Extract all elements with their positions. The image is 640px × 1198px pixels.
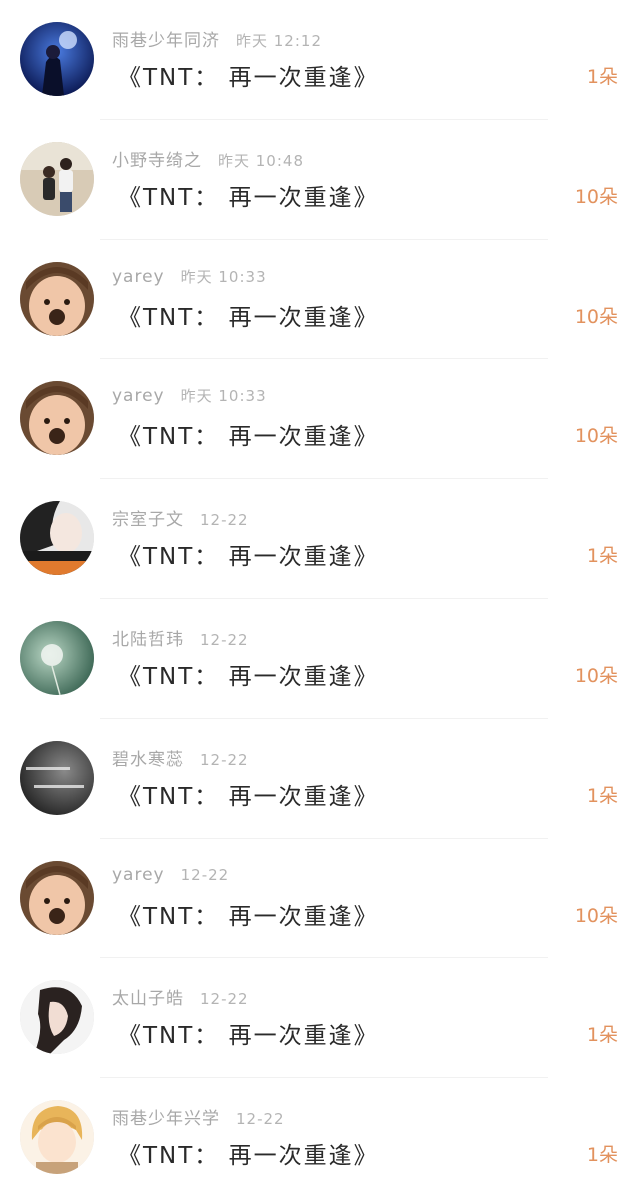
- user-avatar[interactable]: [20, 980, 94, 1055]
- avatar-dandelion-icon: [20, 621, 94, 695]
- flower-count: 1朵: [586, 1024, 618, 1047]
- user-avatar[interactable]: [20, 501, 94, 576]
- gift-list: 雨巷少年同济 昨天 12:12 《TNT： 再一次重逢》 1朵 小野寺绮之 昨天 1…: [0, 0, 640, 1198]
- user-avatar[interactable]: [20, 1100, 94, 1175]
- sender-name[interactable]: 碧水寒蕊: [112, 750, 184, 770]
- gift-time: 12-22: [200, 750, 249, 769]
- gift-row[interactable]: 太山子皓 12-22 《TNT： 再一次重逢》 1朵: [0, 958, 640, 1079]
- avatar-child-face-icon: [20, 860, 94, 935]
- gift-meta: 小野寺绮之 昨天 10:48: [112, 146, 304, 171]
- user-avatar[interactable]: [20, 621, 94, 695]
- avatar-child-face-icon: [20, 381, 94, 456]
- gift-meta: yarey 昨天 10:33: [112, 385, 267, 406]
- gift-row[interactable]: 宗室子文 12-22 《TNT： 再一次重逢》 1朵: [0, 479, 640, 599]
- gift-meta: yarey 12-22: [112, 865, 229, 885]
- flower-count: 10朵: [574, 425, 618, 448]
- book-title[interactable]: 《TNT： 再一次重逢》: [118, 537, 379, 571]
- gift-row[interactable]: yarey 12-22 《TNT： 再一次重逢》 10朵: [0, 839, 640, 959]
- gift-time: 12-22: [236, 1110, 285, 1129]
- avatar-woman-profile-icon: [20, 980, 94, 1055]
- gift-time: 昨天 10:33: [180, 387, 267, 406]
- avatar-child-face-icon: [20, 261, 94, 336]
- avatar-night-sky-icon: [20, 22, 94, 96]
- gift-row[interactable]: 雨巷少年兴学 12-22 《TNT： 再一次重逢》 1朵: [0, 1078, 640, 1198]
- book-title[interactable]: 《TNT： 再一次重逢》: [118, 417, 379, 451]
- gift-row[interactable]: 小野寺绮之 昨天 10:48 《TNT： 再一次重逢》 10朵: [0, 120, 640, 240]
- book-title[interactable]: 《TNT： 再一次重逢》: [118, 298, 379, 332]
- gift-row[interactable]: 雨巷少年同济 昨天 12:12 《TNT： 再一次重逢》 1朵: [0, 0, 640, 120]
- book-title[interactable]: 《TNT： 再一次重逢》: [118, 1016, 379, 1050]
- flower-count: 10朵: [574, 904, 618, 927]
- gift-meta: 北陆哲玮 12-22: [112, 625, 249, 650]
- user-avatar[interactable]: [20, 740, 94, 815]
- user-avatar[interactable]: [20, 860, 94, 935]
- gift-time: 12-22: [200, 511, 249, 530]
- sender-name[interactable]: yarey: [112, 865, 165, 885]
- gift-meta: 雨巷少年同济 昨天 12:12: [112, 26, 322, 51]
- sender-name[interactable]: 宗室子文: [112, 510, 184, 530]
- flower-count: 1朵: [586, 784, 618, 807]
- gift-meta: 太山子皓 12-22: [112, 984, 249, 1009]
- avatar-anime-boy-icon: [20, 1100, 94, 1175]
- sender-name[interactable]: 小野寺绮之: [112, 151, 202, 171]
- gift-row[interactable]: 北陆哲玮 12-22 《TNT： 再一次重逢》 10朵: [0, 599, 640, 719]
- gift-time: 昨天 12:12: [236, 32, 322, 50]
- flower-count: 1朵: [586, 1144, 618, 1167]
- gift-time: 12-22: [200, 631, 249, 649]
- gift-row[interactable]: 碧水寒蕊 12-22 《TNT： 再一次重逢》 1朵: [0, 719, 640, 839]
- avatar-couple-photo-icon: [20, 141, 94, 216]
- gift-time: 12-22: [180, 865, 230, 884]
- gift-meta: yarey 昨天 10:33: [112, 266, 267, 287]
- book-title[interactable]: 《TNT： 再一次重逢》: [118, 58, 379, 92]
- gift-time: 12-22: [200, 990, 249, 1009]
- user-avatar[interactable]: [20, 261, 94, 336]
- user-avatar[interactable]: [20, 22, 94, 96]
- flower-count: 10朵: [574, 665, 618, 687]
- sender-name[interactable]: 雨巷少年兴学: [112, 1109, 220, 1129]
- gift-time: 昨天 10:33: [180, 267, 267, 286]
- book-title[interactable]: 《TNT： 再一次重逢》: [118, 897, 379, 931]
- sender-name[interactable]: yarey: [112, 267, 165, 287]
- sender-name[interactable]: 太山子皓: [112, 989, 184, 1009]
- book-title[interactable]: 《TNT： 再一次重逢》: [118, 1136, 379, 1170]
- gift-time: 昨天 10:48: [218, 151, 304, 170]
- avatar-dark-text-icon: [20, 740, 94, 815]
- sender-name[interactable]: 北陆哲玮: [112, 630, 184, 650]
- gift-meta: 雨巷少年兴学 12-22: [112, 1104, 285, 1129]
- sender-name[interactable]: 雨巷少年同济: [112, 31, 220, 51]
- gift-meta: 碧水寒蕊 12-22: [112, 745, 249, 770]
- book-title[interactable]: 《TNT： 再一次重逢》: [118, 657, 379, 691]
- gift-meta: 宗室子文 12-22: [112, 505, 249, 530]
- gift-row[interactable]: yarey 昨天 10:33 《TNT： 再一次重逢》 10朵: [0, 359, 640, 480]
- avatar-girl-text-icon: [20, 501, 94, 576]
- flower-count: 1朵: [586, 66, 618, 88]
- book-title[interactable]: 《TNT： 再一次重逢》: [118, 777, 379, 811]
- flower-count: 10朵: [574, 305, 618, 328]
- flower-count: 1朵: [586, 545, 618, 568]
- book-title[interactable]: 《TNT： 再一次重逢》: [118, 178, 379, 212]
- user-avatar[interactable]: [20, 381, 94, 456]
- sender-name[interactable]: yarey: [112, 386, 165, 406]
- user-avatar[interactable]: [20, 141, 94, 216]
- gift-row[interactable]: yarey 昨天 10:33 《TNT： 再一次重逢》 10朵: [0, 240, 640, 360]
- flower-count: 10朵: [574, 185, 618, 208]
